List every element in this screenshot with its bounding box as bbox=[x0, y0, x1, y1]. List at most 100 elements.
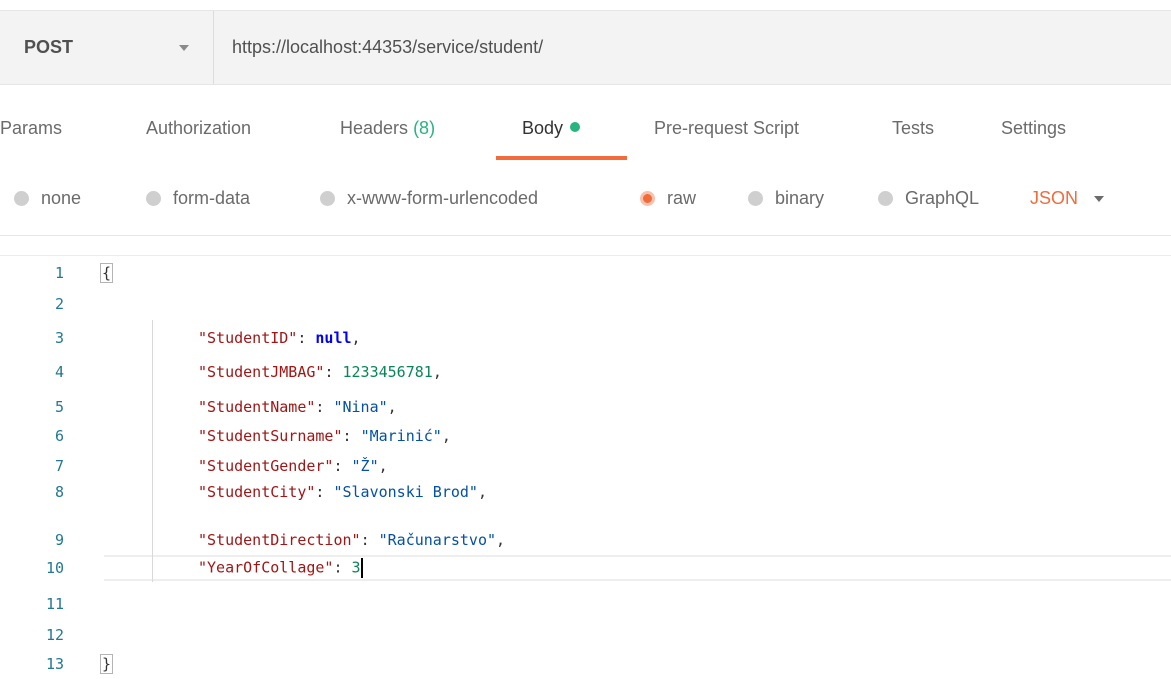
tab-pre-request-script[interactable]: Pre-request Script bbox=[654, 118, 799, 139]
code-text: "StudentName": "Nina", bbox=[75, 398, 397, 416]
code-text: "StudentCity": "Slavonski Brod", bbox=[75, 483, 487, 501]
radio-x-www-form-urlencoded[interactable]: x-www-form-urlencoded bbox=[320, 188, 538, 209]
close-brace: } bbox=[100, 654, 114, 674]
radio-circle-icon[interactable] bbox=[146, 191, 161, 206]
json-colon: : bbox=[333, 457, 352, 475]
line-number: 3 bbox=[54, 329, 64, 347]
json-comma: , bbox=[477, 483, 487, 501]
code-text: "StudentID": null, bbox=[75, 329, 361, 347]
radio-x-www-form-urlencoded-label: x-www-form-urlencoded bbox=[347, 188, 539, 208]
code-line: 13 } bbox=[0, 651, 1171, 677]
code-text: "StudentJMBAG": 1233456781, bbox=[75, 363, 442, 381]
line-number: 4 bbox=[54, 363, 64, 381]
active-tab-indicator bbox=[496, 156, 627, 160]
json-key: "StudentCity" bbox=[198, 483, 316, 501]
json-comma: , bbox=[496, 531, 506, 549]
json-key: "YearOfCollage" bbox=[198, 558, 334, 577]
json-colon: : bbox=[360, 531, 379, 549]
json-colon: : bbox=[342, 427, 361, 445]
line-number: 13 bbox=[45, 655, 64, 673]
json-comma: , bbox=[441, 427, 451, 445]
json-value: "Marinić" bbox=[360, 427, 442, 445]
radio-raw[interactable]: raw bbox=[640, 188, 696, 209]
line-number: 10 bbox=[45, 559, 64, 577]
json-colon: : bbox=[315, 398, 334, 416]
radio-binary-label: binary bbox=[775, 188, 825, 208]
line-number: 1 bbox=[54, 264, 64, 282]
code-text: "StudentSurname": "Marinić", bbox=[75, 427, 451, 445]
request-bar: POST https://localhost:44353/service/stu… bbox=[0, 10, 1171, 85]
json-value: 3 bbox=[351, 558, 361, 577]
code-line: 4 "StudentJMBAG": 1233456781, bbox=[0, 359, 1171, 385]
tab-params[interactable]: Params bbox=[0, 118, 62, 139]
json-comma: , bbox=[387, 398, 397, 416]
code-line: 7 "StudentGender": "Ž", bbox=[0, 453, 1171, 479]
json-value: "Slavonski Brod" bbox=[333, 483, 478, 501]
radio-circle-icon[interactable] bbox=[748, 191, 763, 206]
json-key: "StudentSurname" bbox=[198, 427, 343, 445]
radio-form-data-label: form-data bbox=[173, 188, 251, 208]
json-comma: , bbox=[378, 457, 388, 475]
code-line: 2 bbox=[0, 291, 1171, 317]
code-text: "StudentDirection": "Računarstvo", bbox=[75, 531, 505, 549]
code-line: 9 "StudentDirection": "Računarstvo", bbox=[0, 527, 1171, 553]
open-brace: { bbox=[100, 263, 114, 283]
code-text: } bbox=[75, 654, 114, 674]
tab-tests[interactable]: Tests bbox=[892, 118, 934, 139]
text-cursor bbox=[360, 558, 363, 578]
body-format-label: JSON bbox=[1030, 188, 1079, 208]
line-number: 9 bbox=[54, 531, 64, 549]
method-select[interactable]: POST bbox=[0, 11, 214, 84]
json-colon: : bbox=[315, 483, 334, 501]
radio-none[interactable]: none bbox=[14, 188, 81, 209]
json-key: "StudentID" bbox=[198, 329, 298, 347]
json-value: "Računarstvo" bbox=[378, 531, 497, 549]
tab-body-label: Body bbox=[522, 118, 564, 138]
tab-headers-label: Headers bbox=[340, 118, 409, 138]
body-active-dot-icon bbox=[570, 122, 581, 132]
radio-circle-icon[interactable] bbox=[14, 191, 29, 206]
json-value: "Ž" bbox=[351, 457, 379, 475]
json-value: 1233456781 bbox=[342, 363, 433, 381]
line-number: 8 bbox=[54, 483, 64, 501]
radio-circle-icon[interactable] bbox=[878, 191, 893, 206]
code-line: 5 "StudentName": "Nina", bbox=[0, 394, 1171, 420]
json-key: "StudentName" bbox=[198, 398, 316, 416]
json-key: "StudentJMBAG" bbox=[198, 363, 325, 381]
request-tabs: Params Authorization Headers (8) Body Pr… bbox=[0, 112, 1171, 162]
radio-graphql[interactable]: GraphQL bbox=[878, 188, 979, 209]
line-number: 5 bbox=[54, 398, 64, 416]
radio-raw-label: raw bbox=[667, 188, 697, 208]
line-number: 12 bbox=[45, 626, 64, 644]
chevron-down-icon[interactable] bbox=[179, 44, 189, 51]
tab-tests-label: Tests bbox=[892, 118, 935, 138]
tab-authorization[interactable]: Authorization bbox=[146, 118, 251, 139]
tab-authorization-label: Authorization bbox=[146, 118, 252, 138]
radio-circle-icon[interactable] bbox=[320, 191, 335, 206]
radio-form-data[interactable]: form-data bbox=[146, 188, 250, 209]
body-type-radio-group: none form-data x-www-form-urlencoded raw… bbox=[0, 178, 1171, 222]
line-number: 2 bbox=[54, 295, 64, 313]
tab-params-label: Params bbox=[0, 118, 63, 138]
radio-binary[interactable]: binary bbox=[748, 188, 824, 209]
code-editor[interactable]: 1 { 2 3 "StudentID": null, 4 "StudentJMB… bbox=[0, 256, 1171, 679]
radio-checked-icon[interactable] bbox=[640, 191, 655, 206]
tab-headers[interactable]: Headers (8) bbox=[340, 118, 435, 139]
code-line: 12 bbox=[0, 622, 1171, 648]
chevron-down-icon[interactable] bbox=[1094, 195, 1105, 202]
json-value: null bbox=[315, 329, 352, 347]
tab-pre-request-script-label: Pre-request Script bbox=[654, 118, 800, 138]
tab-settings[interactable]: Settings bbox=[1001, 118, 1066, 139]
postman-request-editor: POST https://localhost:44353/service/stu… bbox=[0, 0, 1171, 679]
json-colon: : bbox=[297, 329, 316, 347]
url-input[interactable]: https://localhost:44353/service/student/ bbox=[214, 11, 1171, 84]
json-colon: : bbox=[324, 363, 343, 381]
code-text: "YearOfCollage": 3 bbox=[75, 558, 363, 578]
body-format-select[interactable]: JSON bbox=[1030, 188, 1105, 209]
json-comma: , bbox=[351, 329, 361, 347]
json-key: "StudentDirection" bbox=[198, 531, 361, 549]
code-line: 1 { bbox=[0, 260, 1171, 286]
section-divider bbox=[0, 235, 1171, 236]
json-value: "Nina" bbox=[333, 398, 388, 416]
tab-body[interactable]: Body bbox=[522, 118, 581, 139]
